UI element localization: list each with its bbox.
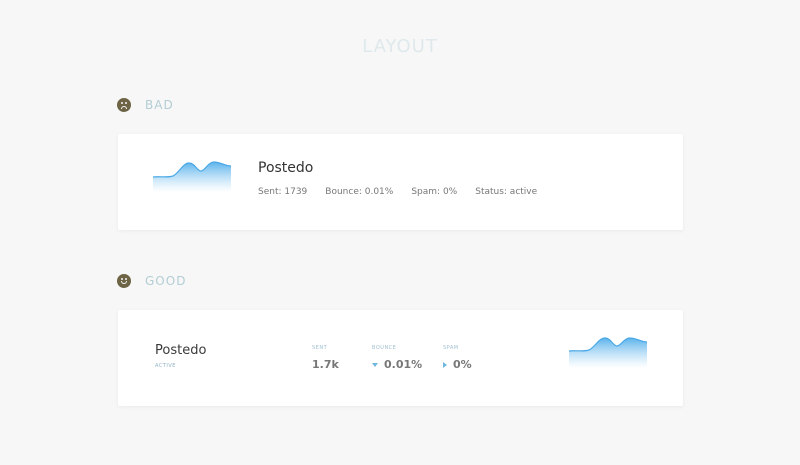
sparkline-chart	[153, 161, 231, 192]
happy-face-icon	[117, 274, 131, 288]
arrow-right-icon	[443, 361, 447, 368]
arrow-down-icon	[372, 362, 378, 367]
metric-label: SENT	[312, 345, 328, 351]
metric-sent: SENT 1.7k	[312, 345, 339, 371]
stat-spam: Spam: 0%	[411, 187, 458, 197]
sparkline-chart	[569, 337, 647, 368]
stat-status: Status: active	[475, 187, 538, 197]
sad-face-icon	[117, 98, 131, 112]
metric-label: SPAM	[443, 345, 459, 351]
section-good-text: GOOD	[145, 274, 187, 288]
good-layout-card: Postedo ACTIVE SENT 1.7k BOUNCE 0.01% SP…	[118, 310, 683, 406]
metric-value: 0%	[443, 358, 472, 371]
section-bad-label: BAD	[117, 97, 174, 113]
metric-label: BOUNCE	[372, 345, 397, 351]
metric-value: 1.7k	[312, 358, 339, 371]
metric-value-text: 0.01%	[384, 358, 423, 371]
bad-layout-card: Postedo Sent: 1739 Bounce: 0.01% Spam: 0…	[118, 134, 683, 230]
status-badge: ACTIVE	[155, 363, 176, 369]
metric-spam: SPAM 0%	[443, 345, 472, 371]
metric-bounce: BOUNCE 0.01%	[372, 345, 422, 371]
section-bad-text: BAD	[145, 98, 174, 112]
stat-bounce: Bounce: 0.01%	[325, 187, 394, 197]
bad-card-name: Postedo	[258, 160, 314, 176]
stat-sent: Sent: 1739	[258, 187, 308, 197]
metric-value-text: 1.7k	[312, 358, 339, 371]
section-good-label: GOOD	[117, 273, 186, 289]
metric-value: 0.01%	[372, 358, 422, 371]
bad-card-stats: Sent: 1739 Bounce: 0.01% Spam: 0% Status…	[258, 187, 555, 197]
good-card-name: Postedo	[155, 343, 207, 358]
metric-value-text: 0%	[453, 358, 472, 371]
page-title: LAYOUT	[362, 36, 438, 57]
